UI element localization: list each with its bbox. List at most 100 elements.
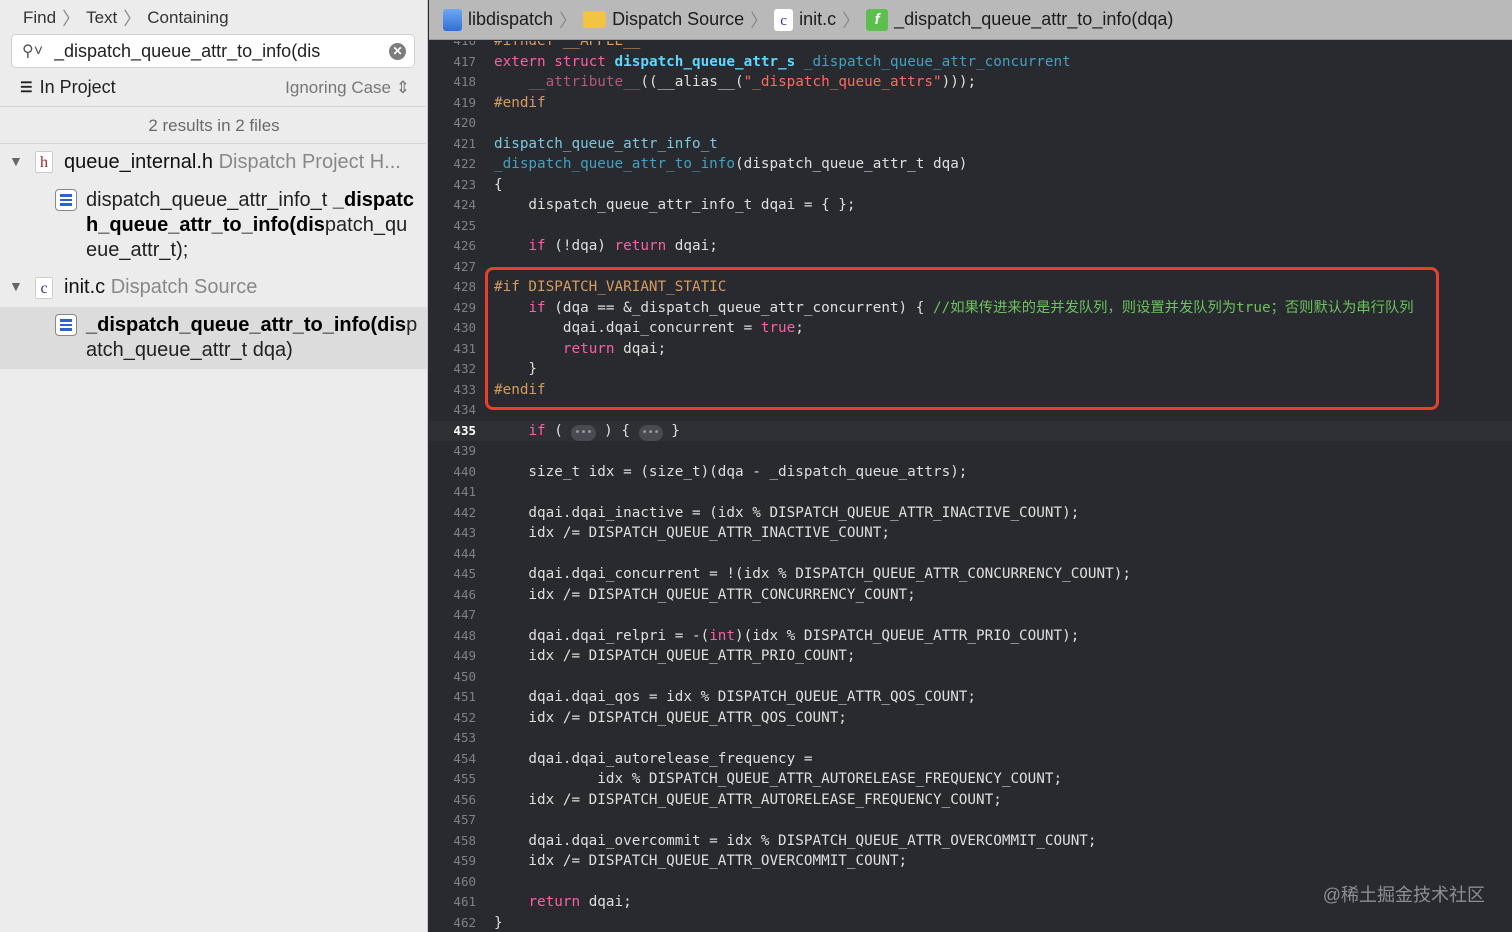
code-line[interactable]: 457 xyxy=(429,810,1512,831)
line-number[interactable]: 454 xyxy=(429,749,476,770)
code-line[interactable]: 442 dqai.dqai_inactive = (idx % DISPATCH… xyxy=(429,503,1512,524)
line-number[interactable]: 458 xyxy=(429,831,476,852)
line-number[interactable]: 461 xyxy=(429,892,476,913)
code-line[interactable]: 429 if (dqa == &_dispatch_queue_attr_con… xyxy=(429,298,1512,319)
line-number[interactable]: 428 xyxy=(429,277,476,298)
line-number[interactable]: 441 xyxy=(429,482,476,503)
line-number[interactable]: 444 xyxy=(429,544,476,565)
line-number[interactable]: 459 xyxy=(429,851,476,872)
line-number[interactable]: 431 xyxy=(429,339,476,360)
line-number[interactable]: 452 xyxy=(429,708,476,729)
code-line[interactable]: 421 dispatch_queue_attr_info_t xyxy=(429,134,1512,155)
code-line[interactable]: 440 size_t idx = (size_t)(dqa - _dispatc… xyxy=(429,462,1512,483)
line-number[interactable]: 445 xyxy=(429,564,476,585)
code-line[interactable]: 424 dispatch_queue_attr_info_t dqai = { … xyxy=(429,195,1512,216)
search-input[interactable] xyxy=(54,40,374,62)
code-line[interactable]: 428 #if DISPATCH_VARIANT_STATIC xyxy=(429,277,1512,298)
line-number[interactable]: 421 xyxy=(429,134,476,155)
line-number[interactable]: 427 xyxy=(429,257,476,278)
jump-bar-file[interactable]: init.c xyxy=(799,9,836,30)
line-number[interactable]: 439 xyxy=(429,441,476,462)
code-line[interactable]: 434 xyxy=(429,400,1512,421)
code-line[interactable]: 448 dqai.dqai_relpri = -(int)(idx % DISP… xyxy=(429,626,1512,647)
line-number[interactable]: 420 xyxy=(429,113,476,134)
code-line[interactable]: 452 idx /= DISPATCH_QUEUE_ATTR_QOS_COUNT… xyxy=(429,708,1512,729)
line-number[interactable]: 424 xyxy=(429,195,476,216)
line-number[interactable]: 433 xyxy=(429,380,476,401)
code-line[interactable]: 435 if ( ••• ) { ••• } xyxy=(429,420,1512,442)
code-line[interactable]: 439 xyxy=(429,441,1512,462)
code-line[interactable]: 458 dqai.dqai_overcommit = idx % DISPATC… xyxy=(429,831,1512,852)
code-line[interactable]: 451 dqai.dqai_qos = idx % DISPATCH_QUEUE… xyxy=(429,687,1512,708)
code-line[interactable]: 454 dqai.dqai_autorelease_frequency = xyxy=(429,749,1512,770)
code-line[interactable]: 462} xyxy=(429,913,1512,932)
disclosure-triangle-icon[interactable]: ▼ xyxy=(9,278,23,294)
line-number[interactable]: 425 xyxy=(429,216,476,237)
line-number[interactable]: 429 xyxy=(429,298,476,319)
search-icon[interactable]: ⚲˅ xyxy=(22,41,48,61)
line-number[interactable]: 440 xyxy=(429,462,476,483)
line-number[interactable]: 462 xyxy=(429,913,476,932)
disclosure-triangle-icon[interactable]: ▼ xyxy=(9,153,23,169)
line-number[interactable]: 430 xyxy=(429,318,476,339)
find-mode-text[interactable]: Text xyxy=(86,8,117,28)
line-number[interactable]: 423 xyxy=(429,175,476,196)
code-editor[interactable]: 416 #ifndef __APPLE__ 417 extern struct dis… xyxy=(429,41,1512,932)
code-line[interactable]: 427 xyxy=(429,257,1512,278)
code-line[interactable]: 447 xyxy=(429,605,1512,626)
find-mode-containing[interactable]: Containing xyxy=(147,8,228,28)
code-line[interactable]: 423 { xyxy=(429,175,1512,196)
line-number[interactable]: 446 xyxy=(429,585,476,606)
line-number[interactable]: 449 xyxy=(429,646,476,667)
code-line[interactable]: 420 xyxy=(429,113,1512,134)
result-match-1[interactable]: dispatch_queue_attr_info_t _dispatch_que… xyxy=(86,188,418,263)
folded-code-button[interactable]: ••• xyxy=(571,424,596,441)
result-file-queue-internal[interactable]: queue_internal.h Dispatch Project H... xyxy=(64,151,401,174)
line-number[interactable]: 455 xyxy=(429,769,476,790)
line-number[interactable]: 418 xyxy=(429,72,476,93)
line-number[interactable]: 447 xyxy=(429,605,476,626)
code-line[interactable]: 450 xyxy=(429,667,1512,688)
code-line[interactable]: 431 return dqai; xyxy=(429,339,1512,360)
code-line[interactable]: 441 xyxy=(429,482,1512,503)
jump-bar-symbol[interactable]: _dispatch_queue_attr_to_info(dqa) xyxy=(894,9,1173,30)
jump-bar-group[interactable]: Dispatch Source xyxy=(612,9,744,30)
code-line[interactable]: 416 #ifndef __APPLE__ xyxy=(429,41,1512,52)
line-number[interactable]: 434 xyxy=(429,400,476,421)
code-line[interactable]: 425 xyxy=(429,216,1512,237)
line-number[interactable]: 419 xyxy=(429,93,476,114)
code-line[interactable]: 432 } xyxy=(429,359,1512,380)
code-line[interactable]: 417 extern struct dispatch_queue_attr_s _… xyxy=(429,52,1512,73)
code-line[interactable]: 443 idx /= DISPATCH_QUEUE_ATTR_INACTIVE_… xyxy=(429,523,1512,544)
code-line[interactable]: 445 dqai.dqai_concurrent = !(idx % DISPA… xyxy=(429,564,1512,585)
code-line[interactable]: 422 _dispatch_queue_attr_to_info(dispatch… xyxy=(429,154,1512,175)
line-number[interactable]: 460 xyxy=(429,872,476,893)
code-line[interactable]: 426 if (!dqa) return dqai; xyxy=(429,236,1512,257)
line-number[interactable]: 442 xyxy=(429,503,476,524)
folded-code-button[interactable]: ••• xyxy=(638,424,663,441)
code-line[interactable]: 419 #endif xyxy=(429,93,1512,114)
line-number[interactable]: 435 xyxy=(429,421,476,442)
code-line[interactable]: 430 dqai.dqai_concurrent = true; xyxy=(429,318,1512,339)
code-line[interactable]: 418 __attribute__((__alias__("_dispatch_… xyxy=(429,72,1512,93)
line-number[interactable]: 416 xyxy=(429,41,476,52)
line-number[interactable]: 450 xyxy=(429,667,476,688)
line-number[interactable]: 456 xyxy=(429,790,476,811)
line-number[interactable]: 453 xyxy=(429,728,476,749)
code-line[interactable]: 456 idx /= DISPATCH_QUEUE_ATTR_AUTORELEA… xyxy=(429,790,1512,811)
code-line[interactable]: 459 idx /= DISPATCH_QUEUE_ATTR_OVERCOMMI… xyxy=(429,851,1512,872)
line-number[interactable]: 448 xyxy=(429,626,476,647)
code-line[interactable]: 453 xyxy=(429,728,1512,749)
code-line[interactable]: 455 idx % DISPATCH_QUEUE_ATTR_AUTORELEAS… xyxy=(429,769,1512,790)
line-number[interactable]: 417 xyxy=(429,52,476,73)
find-mode-find[interactable]: Find xyxy=(23,8,56,28)
line-number[interactable]: 432 xyxy=(429,359,476,380)
result-file-init-c[interactable]: init.c Dispatch Source xyxy=(64,276,257,299)
code-line[interactable]: 433 #endif xyxy=(429,380,1512,401)
result-match-2[interactable]: _dispatch_queue_attr_to_info(dispatch_qu… xyxy=(86,313,418,363)
code-line[interactable]: 446 idx /= DISPATCH_QUEUE_ATTR_CONCURREN… xyxy=(429,585,1512,606)
code-line[interactable]: 449 idx /= DISPATCH_QUEUE_ATTR_PRIO_COUN… xyxy=(429,646,1512,667)
scope-selector[interactable]: ☰ In Project xyxy=(20,77,116,98)
line-number[interactable]: 443 xyxy=(429,523,476,544)
line-number[interactable]: 426 xyxy=(429,236,476,257)
